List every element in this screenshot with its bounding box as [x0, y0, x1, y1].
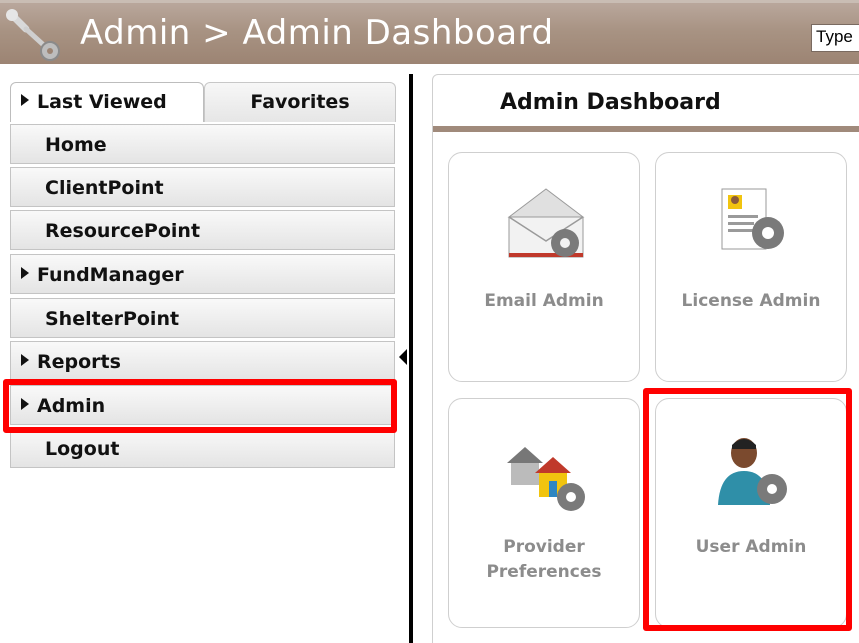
license-admin-card[interactable]: License Admin	[655, 152, 847, 382]
user-admin-highlight-box	[643, 388, 852, 631]
nav-item-label: Logout	[45, 438, 120, 460]
expand-arrow-icon	[21, 94, 29, 106]
license-gear-icon	[721, 188, 784, 250]
nav-item-label: FundManager	[37, 264, 184, 286]
panel-divider[interactable]	[409, 74, 413, 643]
nav-item-home[interactable]: Home	[10, 124, 395, 164]
nav-item-label: ResourcePoint	[45, 220, 201, 242]
tab-last-viewed[interactable]: Last Viewed	[10, 82, 204, 122]
tab-last-viewed-label: Last Viewed	[37, 91, 167, 113]
search-input[interactable]: Type	[811, 24, 859, 52]
title-underline	[433, 126, 859, 132]
app-header: Admin > Admin Dashboard Type	[0, 0, 859, 64]
admin-highlight-box	[3, 379, 397, 433]
nav-tabs: Last Viewed Favorites	[10, 82, 396, 122]
card-label: Email Admin	[484, 291, 604, 311]
expand-arrow-icon	[21, 267, 29, 279]
email-admin-card[interactable]: Email Admin	[448, 152, 640, 382]
card-label: License Admin	[681, 291, 821, 311]
email-gear-icon	[507, 188, 585, 258]
nav-item-logout[interactable]: Logout	[10, 428, 395, 468]
nav-item-shelterpoint[interactable]: ShelterPoint	[10, 298, 395, 338]
nav-item-resourcepoint[interactable]: ResourcePoint	[10, 210, 395, 250]
nav-item-fundmanager[interactable]: FundManager	[10, 254, 395, 294]
nav-item-label: Reports	[37, 351, 121, 373]
page-title: Admin > Admin Dashboard	[80, 13, 554, 53]
nav-item-label: ShelterPoint	[45, 308, 180, 330]
wrench-gear-icon	[6, 9, 60, 61]
nav-item-clientpoint[interactable]: ClientPoint	[10, 167, 395, 207]
dashboard-title: Admin Dashboard	[500, 90, 721, 115]
provider-preferences-card[interactable]: Provider Preferences	[448, 398, 640, 628]
nav-item-label: ClientPoint	[45, 177, 164, 199]
nav-item-reports[interactable]: Reports	[10, 341, 395, 381]
tab-favorites[interactable]: Favorites	[204, 82, 396, 122]
nav-item-label: Home	[45, 134, 107, 156]
card-label-line-2: Preferences	[486, 562, 602, 582]
card-label-line-1: Provider	[503, 537, 585, 557]
houses-gear-icon	[507, 447, 585, 511]
expand-arrow-icon	[21, 354, 29, 366]
tab-favorites-label: Favorites	[250, 91, 350, 113]
collapse-arrow-icon[interactable]	[399, 349, 407, 365]
